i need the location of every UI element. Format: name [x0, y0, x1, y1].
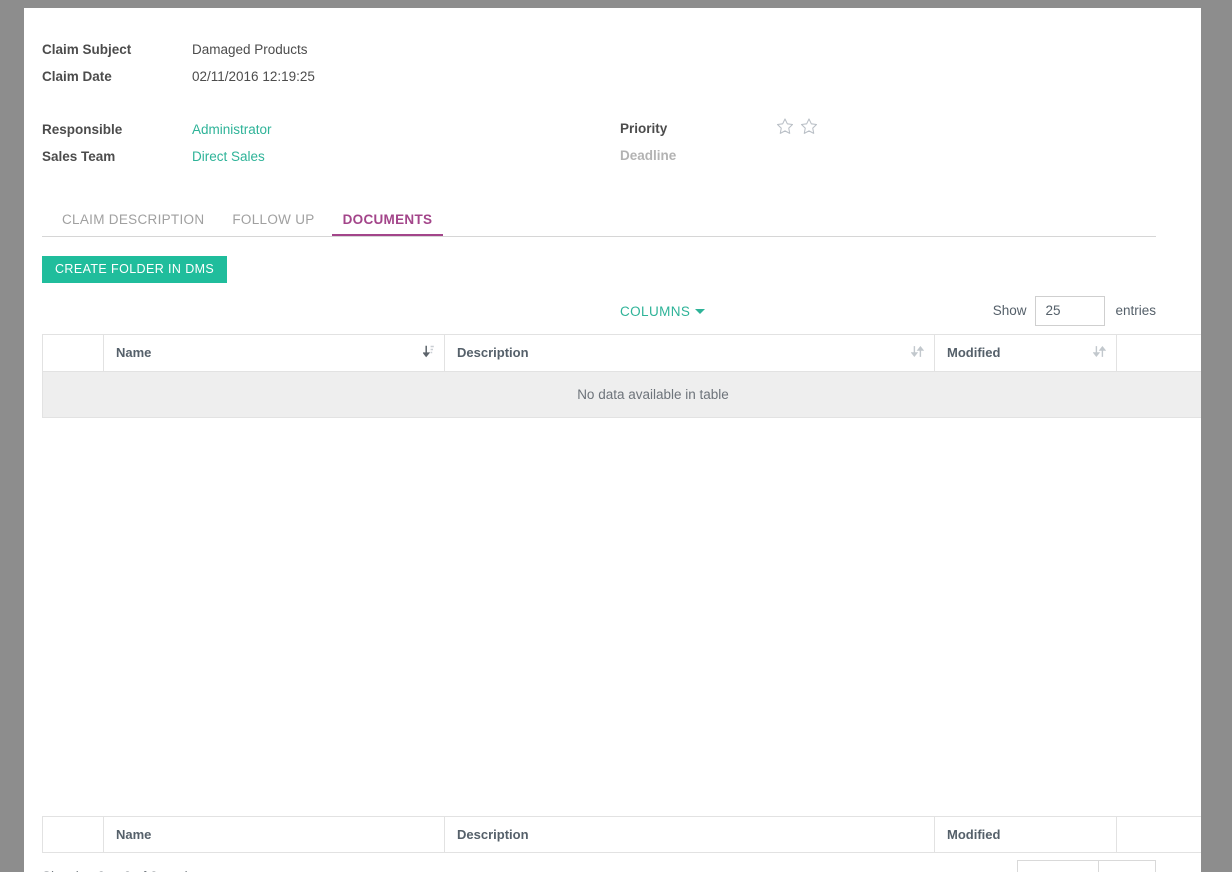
page-frame: Claim Subject Damaged Products Claim Dat… — [24, 8, 1201, 872]
field-priority: Priority — [620, 117, 1100, 138]
table-footer-description: Description — [444, 815, 935, 853]
field-claim-subject: Claim Subject Damaged Products — [42, 41, 620, 59]
table-length-input[interactable] — [1035, 295, 1106, 326]
tab-documents[interactable]: Documents — [331, 212, 444, 236]
field-sales-team: Sales Team Direct Sales — [42, 148, 620, 166]
table-empty-message: No data available in table — [42, 370, 1201, 418]
sort-icon — [1092, 344, 1107, 361]
table-footer-name: Name — [103, 815, 445, 853]
field-claim-date: Claim Date 02/11/2016 12:19:25 — [42, 68, 620, 86]
table-length-suffix-label: entries — [1115, 303, 1156, 318]
documents-table-body: No data available in table — [42, 370, 1201, 418]
table-footer-actions — [1116, 815, 1201, 853]
table-header-handle — [42, 333, 104, 372]
star-outline-icon[interactable] — [776, 117, 794, 138]
documents-table-footer: Name Description Modified — [42, 815, 1201, 853]
table-footer-row: Name Description Modified — [42, 815, 1201, 853]
columns-dropdown-toggle[interactable]: Columns — [620, 303, 706, 319]
table-pagination-bar: Showing 0 to 0 of 0 entries Previous Nex… — [42, 859, 1156, 872]
table-info-text: Showing 0 to 0 of 0 entries — [42, 869, 202, 872]
tab-claim-description[interactable]: Claim Description — [51, 212, 215, 236]
table-header-name-label: Name — [116, 345, 152, 360]
record-header-left: Claim Subject Damaged Products Claim Dat… — [42, 41, 620, 175]
priority-star-rating[interactable] — [776, 117, 818, 138]
caret-down-icon — [695, 309, 706, 315]
field-responsible: Responsible Administrator — [42, 121, 620, 139]
sort-ascending-icon — [422, 344, 434, 361]
columns-dropdown-label: Columns — [620, 303, 691, 319]
table-length-prefix-label: Show — [992, 303, 1027, 318]
field-label-claim-date: Claim Date — [42, 69, 112, 84]
field-label-priority: Priority — [620, 121, 668, 136]
table-length-menu: Show entries — [992, 295, 1156, 326]
field-value-responsible[interactable]: Administrator — [192, 121, 272, 139]
field-deadline: Deadline — [620, 147, 1100, 165]
table-body-spacer — [42, 418, 1156, 816]
documents-table-foot: Name Description Modified — [42, 815, 1201, 853]
table-header-modified[interactable]: Modified — [934, 333, 1117, 372]
table-header-modified-label: Modified — [947, 345, 1001, 360]
pagination-next-button[interactable]: Next — [1099, 859, 1156, 872]
documents-table: Name Description Modified No data availa… — [42, 333, 1201, 418]
record-tabs: Claim Description Follow Up Documents — [42, 212, 1156, 237]
table-header-description-label: Description — [457, 345, 529, 360]
table-header-description[interactable]: Description — [444, 333, 935, 372]
table-toolbar: Columns Show entries — [42, 291, 1156, 333]
field-value-claim-date: 02/11/2016 12:19:25 — [192, 69, 315, 84]
record-header-right-spacer — [620, 41, 1100, 120]
table-header-name[interactable]: Name — [103, 333, 445, 372]
table-empty-row: No data available in table — [42, 370, 1201, 418]
table-footer-modified: Modified — [934, 815, 1117, 853]
create-folder-in-dms-button[interactable]: Create folder in DMS — [42, 256, 228, 283]
field-group-divider — [42, 95, 620, 121]
table-pagination-controls: Previous Next — [1016, 859, 1156, 872]
pagination-previous-button[interactable]: Previous — [1016, 859, 1100, 872]
field-label-sales-team: Sales Team — [42, 149, 116, 164]
field-value-claim-subject: Damaged Products — [192, 42, 308, 57]
record-header-right: Priority Deadline — [620, 41, 1100, 175]
table-footer-handle — [42, 815, 104, 853]
table-header-row: Name Description Modified — [42, 333, 1201, 372]
field-label-responsible: Responsible — [42, 122, 123, 137]
sort-icon — [910, 344, 925, 361]
table-header-actions — [1116, 333, 1201, 372]
field-label-claim-subject: Claim Subject — [42, 42, 132, 57]
claim-form-content: Claim Subject Damaged Products Claim Dat… — [42, 8, 1201, 872]
field-label-deadline: Deadline — [620, 148, 677, 163]
field-value-sales-team[interactable]: Direct Sales — [192, 148, 265, 166]
star-outline-icon[interactable] — [800, 117, 818, 138]
documents-table-head: Name Description Modified — [42, 333, 1201, 372]
record-header: Claim Subject Damaged Products Claim Dat… — [42, 8, 1156, 175]
tab-follow-up[interactable]: Follow Up — [221, 212, 325, 236]
